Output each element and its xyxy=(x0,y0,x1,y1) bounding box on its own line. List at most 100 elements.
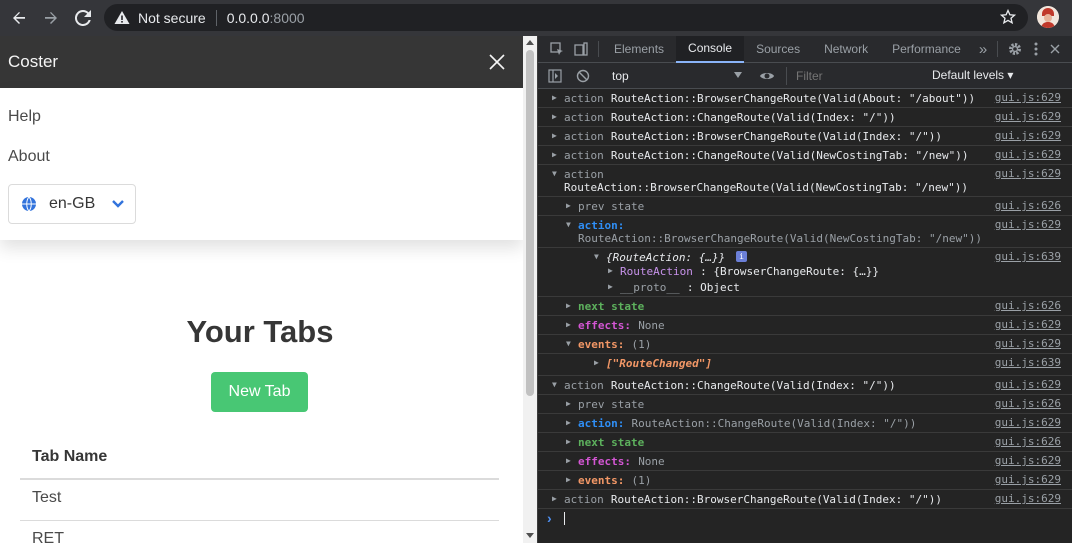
log-source-link[interactable]: gui.js:639 xyxy=(995,356,1061,369)
console-log-entry[interactable]: ▶ prev state gui.js:626 xyxy=(538,197,1072,216)
log-source-link[interactable]: gui.js:629 xyxy=(995,337,1061,350)
sidebar-toggle-icon[interactable] xyxy=(548,69,562,83)
console-log-entry[interactable]: ▼ action RouteAction::BrowserChangeRoute(V… xyxy=(538,165,1072,197)
console-log-entry[interactable]: ▶ next state gui.js:626 xyxy=(538,433,1072,452)
device-toggle-icon[interactable] xyxy=(574,42,588,56)
log-source-link[interactable]: gui.js:629 xyxy=(995,378,1061,391)
expand-right-icon[interactable]: ▶ xyxy=(566,418,571,427)
expand-right-icon[interactable]: ▶ xyxy=(566,456,571,465)
filter-input[interactable] xyxy=(790,66,920,86)
tab-sources[interactable]: Sources xyxy=(744,36,812,63)
log-source-link[interactable]: gui.js:629 xyxy=(995,416,1061,429)
forward-button[interactable] xyxy=(38,5,64,31)
console-log-entry[interactable]: ▶ action: RouteAction::ChangeRoute(Valid(I… xyxy=(538,414,1072,433)
expand-right-icon[interactable]: ▶ xyxy=(594,358,599,367)
log-source-link[interactable]: gui.js:629 xyxy=(995,148,1061,161)
more-tabs-button[interactable]: » xyxy=(973,36,993,63)
expand-right-icon[interactable]: ▶ xyxy=(566,475,571,484)
log-source-link[interactable]: gui.js:629 xyxy=(995,167,1061,180)
scrollbar-thumb[interactable] xyxy=(526,50,534,396)
tab-elements[interactable]: Elements xyxy=(602,36,676,63)
console-log-entry[interactable]: ▼ events: (1) gui.js:629 xyxy=(538,335,1072,354)
log-levels-dropdown[interactable]: Default levels ▾ xyxy=(932,68,1013,82)
address-bar[interactable]: Not secure 0.0.0.0 :8000 xyxy=(104,4,1028,31)
console-log-entry[interactable]: ▼ {RouteAction: {…}} i gui.js:639 xyxy=(538,248,1072,264)
log-source-link[interactable]: gui.js:629 xyxy=(995,218,1061,231)
console-log-entry[interactable]: ▶ effects: None gui.js:629 xyxy=(538,316,1072,335)
tab-network[interactable]: Network xyxy=(812,36,880,63)
tab-console[interactable]: Console xyxy=(676,35,745,63)
console-prompt[interactable]: › xyxy=(538,509,1072,529)
console-log-entry[interactable]: ▶ action RouteAction::BrowserChangeRoute(V… xyxy=(538,490,1072,509)
back-button[interactable] xyxy=(6,5,32,31)
menu-item-help[interactable]: Help xyxy=(8,108,41,126)
bookmark-star-icon[interactable] xyxy=(999,8,1017,30)
log-source-link[interactable]: gui.js:626 xyxy=(995,299,1061,312)
expand-right-icon[interactable]: ▶ xyxy=(608,266,613,275)
expand-down-icon[interactable]: ▼ xyxy=(552,169,557,178)
devtools-panel: Elements Console Sources Network Perform… xyxy=(537,35,1072,543)
expand-right-icon[interactable]: ▶ xyxy=(552,93,557,102)
log-source-link[interactable]: gui.js:629 xyxy=(995,454,1061,467)
eye-icon[interactable] xyxy=(759,70,775,82)
expand-down-icon[interactable]: ▼ xyxy=(566,220,571,229)
close-devtools-icon[interactable] xyxy=(1050,44,1060,54)
expand-right-icon[interactable]: ▶ xyxy=(566,399,571,408)
console-log-entry[interactable]: ▼ action RouteAction::ChangeRoute(Valid(In… xyxy=(538,376,1072,395)
kebab-menu-icon[interactable] xyxy=(1034,42,1038,56)
gear-icon[interactable] xyxy=(1008,42,1022,56)
table-row[interactable]: Test xyxy=(20,480,499,521)
language-select[interactable]: en-GB xyxy=(8,184,136,224)
console-log-entry[interactable]: ▶ effects: None gui.js:629 xyxy=(538,452,1072,471)
console-log-entry[interactable]: ▶ prev state gui.js:626 xyxy=(538,395,1072,414)
menu-item-about[interactable]: About xyxy=(8,148,50,166)
console-log-entry[interactable]: ▶ action RouteAction::BrowserChangeRoute(V… xyxy=(538,89,1072,108)
clear-console-icon[interactable] xyxy=(576,69,590,83)
expand-right-icon[interactable]: ▶ xyxy=(566,301,571,310)
context-select[interactable]: top xyxy=(608,65,742,86)
console-log-entry[interactable]: ▶ action RouteAction::ChangeRoute(Valid(In… xyxy=(538,108,1072,127)
log-source-link[interactable]: gui.js:629 xyxy=(995,91,1061,104)
expand-right-icon[interactable]: ▶ xyxy=(552,131,557,140)
expand-right-icon[interactable]: ▶ xyxy=(566,201,571,210)
expand-down-icon[interactable]: ▼ xyxy=(552,380,557,389)
console-log-entry[interactable]: ▶ RouteAction: {BrowserChangeRoute: {…}} xyxy=(538,262,1072,278)
profile-avatar[interactable] xyxy=(1037,6,1059,28)
log-source-link[interactable]: gui.js:629 xyxy=(995,318,1061,331)
log-source-link[interactable]: gui.js:629 xyxy=(995,473,1061,486)
reload-button[interactable] xyxy=(70,5,96,31)
inspect-icon[interactable] xyxy=(550,42,564,56)
scroll-up-icon[interactable] xyxy=(526,39,534,45)
close-icon[interactable] xyxy=(488,53,506,71)
console-log-entry[interactable]: ▶ events: (1) gui.js:629 xyxy=(538,471,1072,490)
page-scrollbar[interactable] xyxy=(523,36,537,543)
table-row[interactable]: RET xyxy=(20,521,499,543)
expand-right-icon[interactable]: ▶ xyxy=(552,112,557,121)
log-source-link[interactable]: gui.js:629 xyxy=(995,110,1061,123)
log-label: events: xyxy=(578,338,625,351)
expand-down-icon[interactable]: ▼ xyxy=(566,339,571,348)
console-log-entry[interactable]: ▶ ["RouteChanged"] gui.js:639 xyxy=(538,354,1072,376)
console-log-entry[interactable]: ▶ action RouteAction::ChangeRoute(Valid(Ne… xyxy=(538,146,1072,165)
console-log-entry[interactable]: ▼ action: RouteAction::BrowserChangeRoute(… xyxy=(538,216,1072,248)
scroll-down-icon[interactable] xyxy=(526,533,534,539)
expand-right-icon[interactable]: ▶ xyxy=(566,437,571,446)
log-source-link[interactable]: gui.js:626 xyxy=(995,199,1061,212)
console-log-entry[interactable]: ▶ next state gui.js:626 xyxy=(538,297,1072,316)
expand-right-icon[interactable]: ▶ xyxy=(566,320,571,329)
log-source-link[interactable]: gui.js:626 xyxy=(995,435,1061,448)
console-log-entry[interactable]: ▶ __proto__: Object xyxy=(538,278,1072,297)
expand-right-icon[interactable]: ▶ xyxy=(552,150,557,159)
new-tab-button[interactable]: New Tab xyxy=(211,372,308,412)
expand-down-icon[interactable]: ▼ xyxy=(594,252,599,261)
language-value: en-GB xyxy=(49,195,96,212)
tab-performance[interactable]: Performance xyxy=(880,36,973,63)
log-source-link[interactable]: gui.js:626 xyxy=(995,397,1061,410)
log-source-link[interactable]: gui.js:629 xyxy=(995,492,1061,505)
console-log-entry[interactable]: ▶ action RouteAction::BrowserChangeRoute(V… xyxy=(538,127,1072,146)
expand-right-icon[interactable]: ▶ xyxy=(552,494,557,503)
expand-right-icon[interactable]: ▶ xyxy=(608,282,613,291)
log-source-link[interactable]: gui.js:629 xyxy=(995,129,1061,142)
log-message: RouteAction::BrowserChangeRoute(Valid(Ne… xyxy=(564,181,968,194)
brand-title[interactable]: Coster xyxy=(8,52,58,72)
